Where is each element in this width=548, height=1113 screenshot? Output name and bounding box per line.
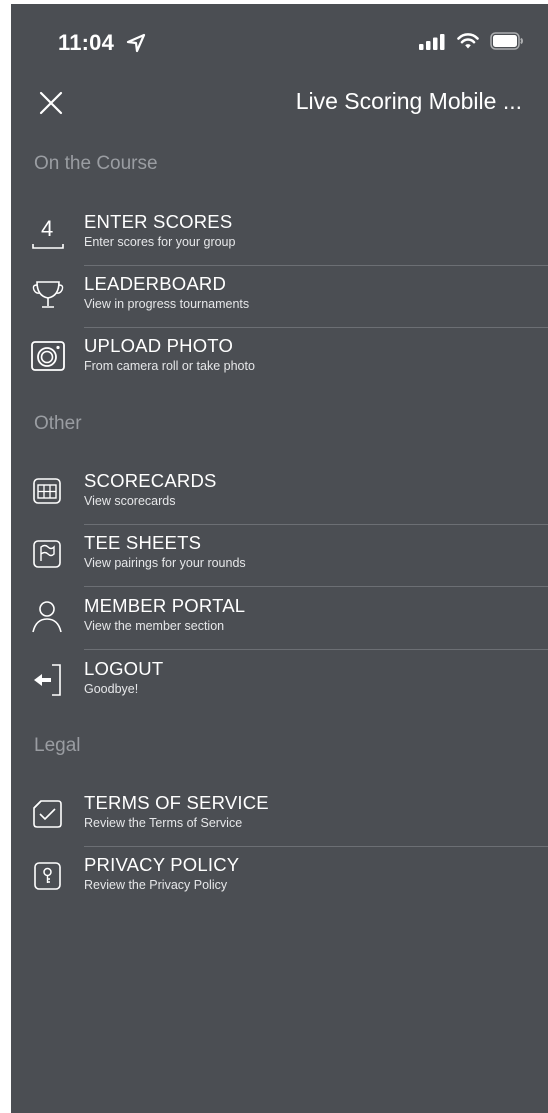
menu-item-title: TERMS OF SERVICE (84, 792, 269, 813)
location-arrow-icon (126, 33, 146, 53)
menu-item-subtitle: View the member section (84, 619, 225, 633)
section-header-on-the-course: On the Course (34, 153, 158, 174)
section-header-legal: Legal (34, 735, 81, 756)
menu-item-title: TEE SHEETS (84, 532, 202, 553)
menu-item-privacy-policy[interactable]: PRIVACY POLICY Review the Privacy Policy (11, 847, 548, 909)
page-title: Live Scoring Mobile ... (295, 88, 522, 114)
divider (84, 649, 548, 650)
menu-item-subtitle: Review the Terms of Service (84, 816, 243, 830)
terms-check-icon (33, 800, 62, 828)
menu-item-subtitle: View scorecards (84, 494, 176, 508)
menu-item-enter-scores[interactable]: 4 ENTER SCORES Enter scores for your gro… (11, 204, 548, 266)
menu-item-leaderboard[interactable]: LEADERBOARD View in progress tournaments (11, 266, 548, 328)
menu-item-scorecards[interactable]: SCORECARDS View scorecards (11, 463, 548, 525)
menu-item-logout[interactable]: LOGOUT Goodbye! (11, 651, 548, 713)
battery-icon (490, 32, 523, 50)
menu-item-tee-sheets[interactable]: TEE SHEETS View pairings for your rounds (11, 525, 548, 587)
menu-item-title: UPLOAD PHOTO (84, 335, 234, 356)
menu-screen: 11:04 Live Scoring Mobile ... On the Cou… (11, 4, 548, 1113)
camera-icon (31, 341, 65, 371)
menu-item-title: LEADERBOARD (84, 273, 227, 294)
trophy-icon (32, 281, 64, 308)
user-icon (32, 601, 62, 633)
section-header-other: Other (34, 413, 82, 434)
flag-icon (33, 540, 61, 568)
menu-item-title: LOGOUT (84, 658, 164, 679)
menu-item-subtitle: View in progress tournaments (84, 297, 250, 311)
menu-item-subtitle: From camera roll or take photo (84, 359, 255, 373)
privacy-lock-icon (34, 862, 61, 890)
menu-item-title: PRIVACY POLICY (84, 854, 240, 875)
divider (84, 586, 548, 587)
menu-item-upload-photo[interactable]: UPLOAD PHOTO From camera roll or take ph… (11, 328, 548, 390)
menu-item-title: SCORECARDS (84, 470, 217, 491)
menu-item-title: MEMBER PORTAL (84, 595, 246, 616)
cellular-signal-icon (419, 34, 445, 50)
svg-text:4: 4 (41, 216, 53, 241)
menu-item-subtitle: Review the Privacy Policy (84, 878, 228, 892)
menu-item-member-portal[interactable]: MEMBER PORTAL View the member section (11, 588, 548, 650)
menu-item-subtitle: Goodbye! (84, 682, 139, 696)
menu-item-title: ENTER SCORES (84, 211, 233, 232)
status-bar: 11:04 (11, 4, 548, 78)
scorecard-grid-icon (33, 478, 61, 504)
menu-item-subtitle: Enter scores for your group (84, 235, 236, 249)
wifi-icon (457, 33, 479, 49)
close-icon[interactable] (37, 89, 65, 117)
menu-item-terms-of-service[interactable]: TERMS OF SERVICE Review the Terms of Ser… (11, 785, 548, 847)
menu-item-subtitle: View pairings for your rounds (84, 556, 246, 570)
status-time: 11:04 (58, 30, 115, 55)
logout-icon (34, 664, 61, 696)
enter-scores-icon: 4 (32, 216, 64, 249)
